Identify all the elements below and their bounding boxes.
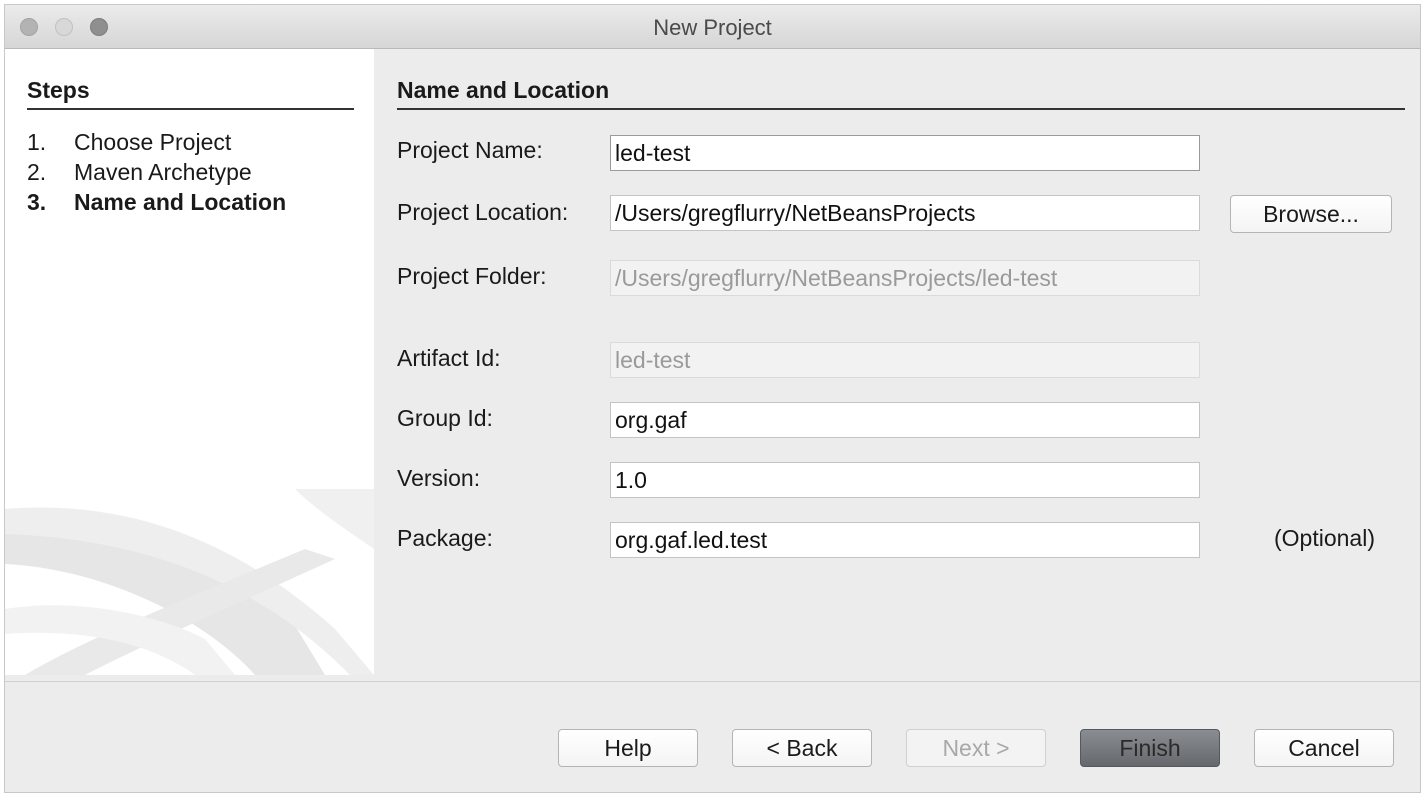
step-label: Choose Project [74,129,232,155]
step-number: 1. [27,129,47,155]
project-location-input[interactable] [610,195,1200,231]
step-number: 3. [27,189,47,215]
project-folder-label: Project Folder: [397,263,547,289]
help-button[interactable]: Help [558,729,698,767]
version-input[interactable] [610,462,1200,498]
group-id-label: Group Id: [397,405,493,431]
package-input[interactable] [610,522,1200,558]
artifact-id-field [610,342,1200,378]
project-location-label: Project Location: [397,199,569,225]
back-button[interactable]: < Back [732,729,872,767]
step-item-name-and-location: 3. Name and Location [27,187,286,217]
package-optional-note: (Optional) [1274,525,1375,551]
steps-sidebar: Steps 1. Choose Project 2. Maven Archetype… [5,49,374,675]
cancel-button[interactable]: Cancel [1254,729,1394,767]
finish-button[interactable]: Finish [1080,729,1220,767]
step-item-choose-project: 1. Choose Project [27,127,286,157]
steps-list: 1. Choose Project 2. Maven Archetype 3. Nam… [27,127,286,217]
step-number: 2. [27,159,47,185]
project-folder-field [610,260,1200,296]
project-name-label: Project Name: [397,137,543,163]
version-label: Version: [397,465,481,491]
steps-heading: Steps [27,77,354,110]
project-name-input[interactable] [610,135,1200,171]
browse-button[interactable]: Browse... [1230,195,1392,233]
window-title: New Project [653,15,772,40]
section-heading: Name and Location [397,77,1405,110]
name-and-location-panel: Name and Location Project Name: Project … [374,49,1420,675]
new-project-dialog: New Project Steps 1. Choose Project 2. Mav… [4,4,1421,793]
step-label: Maven Archetype [74,159,252,185]
decorative-swoosh-graphic [5,489,374,675]
footer-divider [5,681,1420,682]
title-bar[interactable]: New Project [5,5,1420,49]
package-label: Package: [397,525,493,551]
group-id-input[interactable] [610,402,1200,438]
step-label: Name and Location [74,189,287,215]
artifact-id-label: Artifact Id: [397,345,501,371]
next-button[interactable]: Next > [906,729,1046,767]
step-item-maven-archetype: 2. Maven Archetype [27,157,286,187]
